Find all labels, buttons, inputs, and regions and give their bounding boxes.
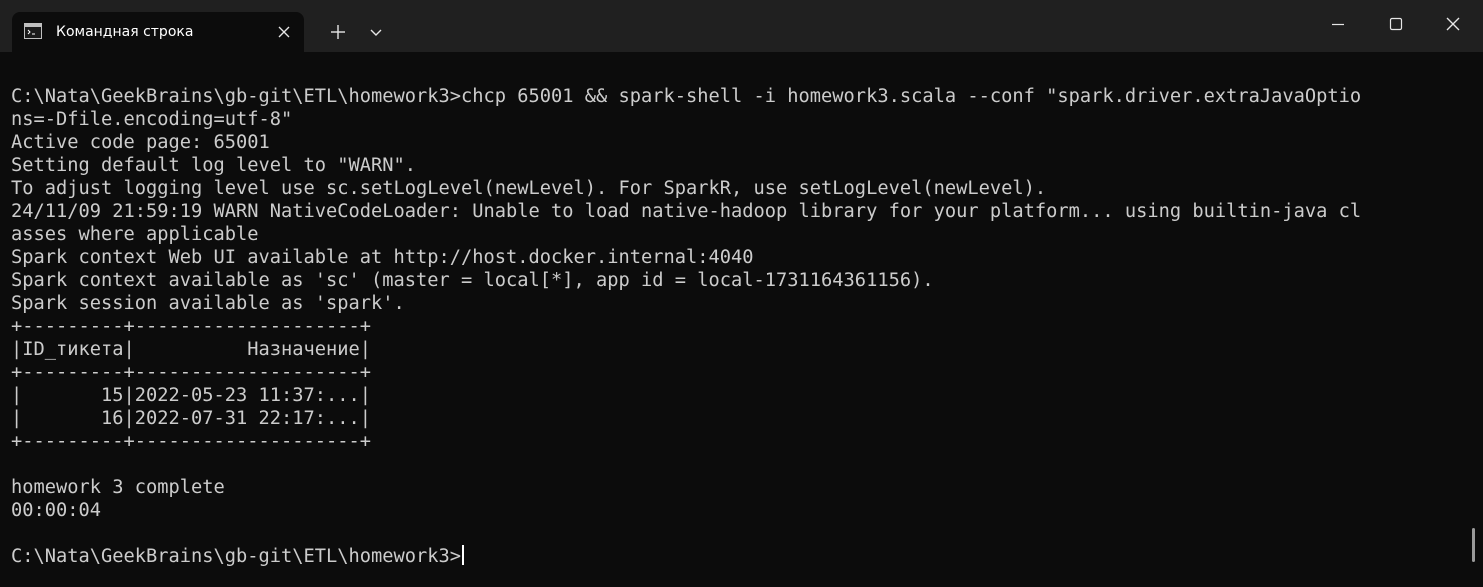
text-cursor — [462, 545, 465, 565]
terminal-prompt: C:\Nata\GeekBrains\gb-git\ETL\homework3> — [11, 546, 462, 567]
scrollbar-thumb[interactable] — [1472, 528, 1475, 562]
terminal-line: +---------+--------------------+ — [11, 316, 372, 337]
terminal-line: +---------+--------------------+ — [11, 362, 372, 383]
close-icon[interactable] — [1439, 10, 1467, 38]
title-bar: Командная строка — [0, 0, 1483, 52]
terminal-line: 24/11/09 21:59:19 WARN NativeCodeLoader:… — [11, 201, 1362, 222]
tab-title: Командная строка — [56, 24, 194, 40]
terminal-line: C:\Nata\GeekBrains\gb-git\ETL\homework3>… — [11, 86, 1362, 107]
terminal-line: Spark session available as 'spark'. — [11, 293, 405, 314]
terminal-prompt-line: C:\Nata\GeekBrains\gb-git\ETL\homework3> — [11, 545, 1361, 568]
terminal-icon — [24, 23, 42, 39]
terminal-line: To adjust logging level use sc.setLogLev… — [11, 178, 1047, 199]
chevron-down-icon[interactable] — [366, 20, 386, 44]
terminal-line: Active code page: 65001 — [11, 132, 270, 153]
terminal-line: | 16|2022-07-31 22:17:...| — [11, 408, 372, 429]
minimize-icon[interactable] — [1324, 10, 1352, 38]
terminal-output[interactable]: C:\Nata\GeekBrains\gb-git\ETL\homework3>… — [0, 52, 1483, 587]
terminal-lines: C:\Nata\GeekBrains\gb-git\ETL\homework3>… — [11, 85, 1361, 568]
terminal-line: Spark context available as 'sc' (master … — [11, 270, 934, 291]
plus-icon[interactable] — [326, 20, 350, 44]
terminal-line: homework 3 complete — [11, 477, 225, 498]
terminal-line: | 15|2022-05-23 11:37:...| — [11, 385, 372, 406]
terminal-line: +---------+--------------------+ — [11, 431, 372, 452]
terminal-line: asses where applicable — [11, 224, 259, 245]
terminal-line: Spark context Web UI available at http:/… — [11, 247, 754, 268]
terminal-line: Setting default log level to "WARN". — [11, 155, 417, 176]
terminal-line: ns=-Dfile.encoding=utf-8" — [11, 109, 293, 130]
terminal-window: Командная строка C:\Nata\GeekBrains\gb-g… — [0, 0, 1483, 587]
tab-command-prompt[interactable]: Командная строка — [12, 12, 304, 52]
maximize-icon[interactable] — [1382, 10, 1410, 38]
terminal-line: |ID_тикета| Назначение| — [11, 339, 372, 360]
terminal-line: 00:00:04 — [11, 500, 102, 521]
close-icon[interactable] — [274, 22, 294, 42]
